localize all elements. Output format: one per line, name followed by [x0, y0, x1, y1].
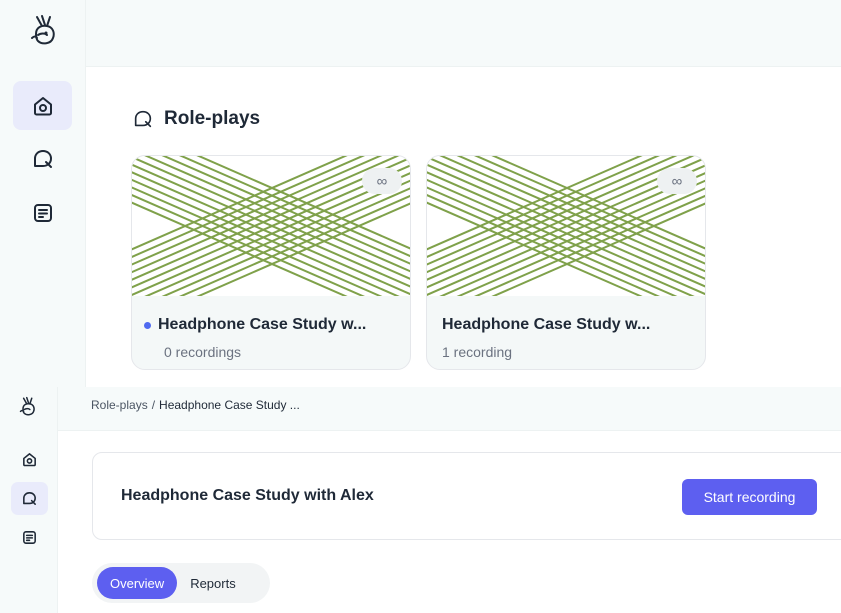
sidebar-item-documents[interactable] [13, 188, 72, 237]
top-bar [86, 0, 841, 67]
breadcrumb-separator: / [151, 398, 156, 412]
infinity-icon: ∞ [657, 168, 697, 194]
document-icon [33, 203, 52, 222]
home-icon [33, 96, 52, 115]
card-title: Headphone Case Study w... [158, 316, 367, 333]
infinity-icon: ∞ [362, 168, 402, 194]
card-title-row: Headphone Case Study w... [442, 316, 695, 334]
sidebar [0, 387, 58, 613]
tab-overview[interactable]: Overview [97, 567, 178, 599]
bird-logo-icon[interactable] [28, 14, 60, 48]
card-recordings-count: 0 recordings [164, 344, 242, 360]
breadcrumb: Role-plays / Headphone Case Study ... [91, 398, 300, 412]
sidebar-item-home[interactable] [11, 443, 48, 476]
tab-reports[interactable]: Reports [177, 567, 249, 599]
breadcrumb-current: Headphone Case Study ... [159, 398, 300, 412]
roleplay-title: Headphone Case Study with Alex [121, 487, 374, 504]
unread-dot [144, 321, 151, 329]
home-icon [23, 453, 36, 467]
roleplay-card[interactable]: ∞ Headphone Case Study w... 1 recording [426, 155, 706, 370]
sidebar-item-documents[interactable] [11, 521, 48, 554]
chat-bubble-icon [33, 149, 52, 168]
card-recordings-count: 1 recording [442, 344, 513, 360]
sidebar [0, 0, 86, 387]
chat-bubble-icon [134, 110, 152, 128]
document-icon [23, 531, 36, 544]
roleplay-card[interactable]: ∞ Headphone Case Study w... 0 recordings [131, 155, 411, 370]
sidebar-item-home[interactable] [13, 81, 72, 130]
start-recording-button[interactable]: Start recording [682, 479, 817, 515]
card-thumbnail: ∞ [132, 156, 410, 296]
roleplays-list-screen: Role-plays ∞ Headphone Case Study w... 0… [0, 0, 841, 387]
tab-bar: Overview Reports [92, 563, 270, 603]
bird-logo-icon[interactable] [18, 396, 38, 418]
sidebar-item-roleplays[interactable] [13, 134, 72, 183]
card-title-row: Headphone Case Study w... [144, 316, 400, 334]
card-thumbnail: ∞ [427, 156, 705, 296]
card-title: Headphone Case Study w... [442, 316, 651, 333]
chat-bubble-icon [23, 492, 36, 505]
top-bar: Role-plays / Headphone Case Study ... [58, 387, 841, 431]
roleplay-detail-screen: Role-plays / Headphone Case Study ... Head… [0, 387, 841, 613]
section-title: Role-plays [164, 108, 261, 129]
roleplay-header-panel: Headphone Case Study with Alex Start rec… [92, 452, 841, 540]
sidebar-item-roleplays[interactable] [11, 482, 48, 515]
breadcrumb-roleplays-link[interactable]: Role-plays [91, 398, 148, 412]
section-heading: Role-plays [132, 108, 260, 130]
